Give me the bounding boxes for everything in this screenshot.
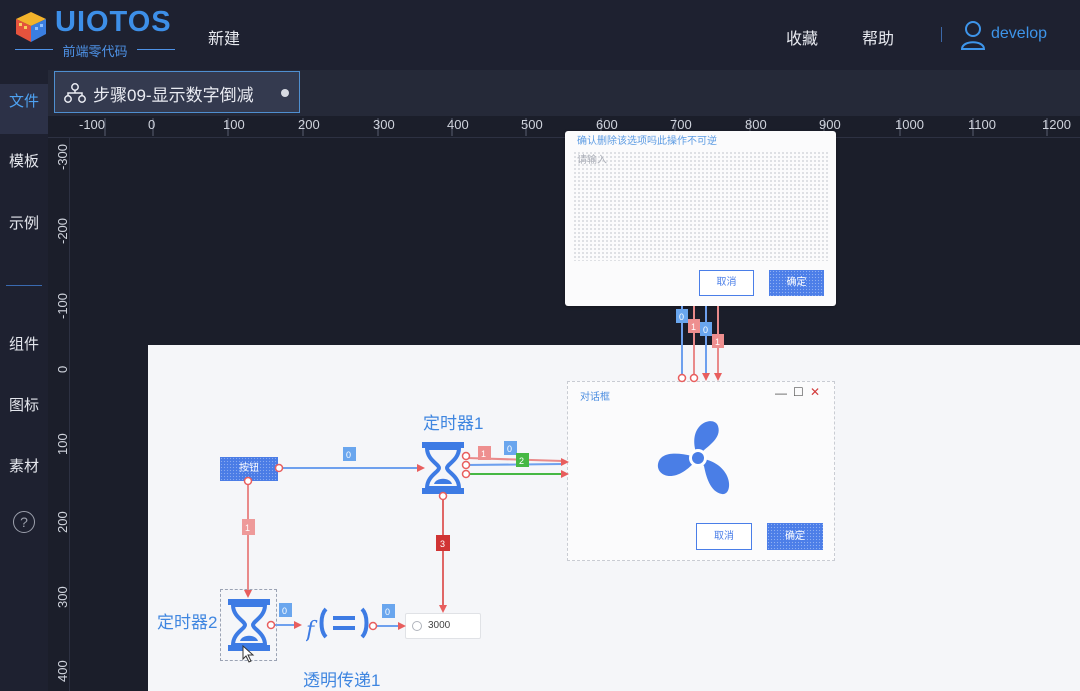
- unsaved-dot: [281, 89, 289, 97]
- ruler-h-tick-label: 500: [521, 117, 543, 132]
- ruler-h-tick-label: 200: [298, 117, 320, 132]
- logo-text: UIOTOS: [55, 6, 172, 38]
- menu-help[interactable]: 帮助: [862, 25, 894, 49]
- ruler-h-tick-label: 1100: [968, 117, 996, 132]
- confirm-dialog-cancel-button[interactable]: 取消: [699, 270, 754, 296]
- horizontal-ruler: [48, 116, 1080, 138]
- ruler-h-tick-label: 1000: [895, 117, 924, 132]
- maximize-icon[interactable]: ☐: [793, 385, 804, 399]
- sidebar-item-components[interactable]: 组件: [0, 327, 48, 363]
- sidebar-item-file[interactable]: 文件: [0, 84, 48, 134]
- timer2-hourglass-icon[interactable]: [226, 599, 272, 651]
- ruler-v-tick-label: 200: [55, 511, 70, 533]
- function-transfer-icon[interactable]: f: [306, 603, 370, 643]
- document-tab[interactable]: 步骤09-显示数字倒减: [54, 71, 300, 113]
- confirm-dialog[interactable]: 确认删除该选项吗此操作不可逆 请输入 取消 确定: [565, 131, 836, 306]
- dialog-box-title: 对话框: [580, 392, 610, 403]
- menu-new[interactable]: 新建: [208, 25, 240, 49]
- timer1-label: 定时器1: [423, 414, 484, 433]
- search-icon: [412, 621, 422, 631]
- ruler-h-tick-label: 900: [819, 117, 841, 132]
- logo-cube-icon: [16, 12, 46, 42]
- ruler-h-tick-label: 600: [596, 117, 618, 132]
- transfer-label: 透明传递1: [303, 671, 381, 690]
- ruler-v-tick-label: -100: [55, 292, 70, 319]
- confirm-dialog-textarea[interactable]: [573, 151, 828, 261]
- ruler-h-tick-label: 0: [148, 117, 156, 132]
- minimize-icon[interactable]: —: [775, 386, 787, 400]
- ruler-v-tick-label: 300: [55, 586, 70, 608]
- timer2-label: 定时器2: [157, 613, 218, 632]
- tree-structure-icon: [64, 83, 86, 103]
- ruler-h-tick-label: 100: [223, 117, 245, 132]
- document-tab-label: 步骤09-显示数字倒减: [93, 86, 254, 105]
- ruler-h-tick-label: 1200: [1042, 117, 1071, 132]
- svg-text:f: f: [306, 618, 318, 643]
- text-input-value: 3000: [428, 620, 451, 631]
- sidebar: 文件 模板 示例 组件 图标 素材 ?: [0, 70, 48, 691]
- ruler-h-tick-label: 400: [447, 117, 469, 132]
- sidebar-item-templates[interactable]: 模板: [0, 144, 48, 180]
- help-icon[interactable]: ?: [13, 511, 35, 533]
- sidebar-item-icons[interactable]: 图标: [0, 388, 48, 424]
- timer1-hourglass-icon[interactable]: [420, 442, 466, 494]
- confirm-dialog-ok-button[interactable]: 确定: [769, 270, 824, 296]
- ruler-h-tick-label: -100: [79, 117, 106, 132]
- sidebar-divider: [6, 285, 42, 286]
- ruler-h-tick-label: 300: [373, 117, 395, 132]
- user-icon[interactable]: [960, 20, 986, 50]
- sidebar-item-assets[interactable]: 素材: [0, 449, 48, 485]
- ruler-v-tick-label: 400: [55, 660, 70, 682]
- sidebar-item-examples[interactable]: 示例: [0, 206, 48, 242]
- ruler-h-tick-label: 700: [670, 117, 692, 132]
- ruler-v-tick-label: -200: [55, 217, 70, 244]
- mouse-cursor-icon: [242, 645, 255, 663]
- ruler-v-tick-label: -300: [55, 143, 70, 170]
- text-input-node[interactable]: 3000: [405, 613, 481, 639]
- dialog-box-cancel-button[interactable]: 取消: [696, 523, 752, 550]
- ruler-h-tick-label: 800: [745, 117, 767, 132]
- top-bar: UIOTOS 前端零代码 新建 收藏 帮助 develop: [0, 0, 1080, 70]
- confirm-dialog-placeholder: 请输入: [577, 155, 607, 166]
- menu-separator: [941, 27, 942, 42]
- dialog-box-component[interactable]: 对话框 — ☐ ✕ 取消 确定: [567, 381, 835, 561]
- logo-subtitle: 前端零代码: [15, 41, 175, 59]
- button-node[interactable]: 按钮: [220, 457, 278, 481]
- close-icon[interactable]: ✕: [810, 385, 820, 399]
- fan-icon: [657, 421, 730, 495]
- confirm-dialog-title: 确认删除该选项吗此操作不可逆: [577, 136, 717, 147]
- user-name[interactable]: develop: [991, 25, 1047, 43]
- ruler-v-tick-label: 0: [55, 365, 70, 373]
- menu-favorites[interactable]: 收藏: [786, 25, 818, 49]
- dialog-box-ok-button[interactable]: 确定: [767, 523, 823, 550]
- ruler-v-tick-label: 100: [55, 433, 70, 455]
